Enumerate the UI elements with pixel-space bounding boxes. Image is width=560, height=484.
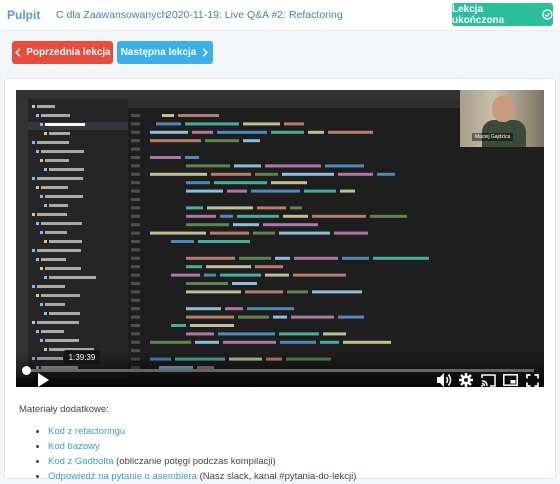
webcam-caption: Maciej Gajdzica: [472, 133, 514, 141]
check-circle-icon: [542, 9, 553, 20]
materials-item: Kod z Godbolta (obliczanie potęgi podcza…: [48, 454, 356, 469]
materials-item: Kod z refactoringu: [48, 424, 356, 439]
materials-list: Kod z refactoringu Kod bazowy Kod z Godb…: [36, 424, 356, 484]
breadcrumb-lesson[interactable]: 2020-11-19: Live Q&A #2: Refactoring: [166, 9, 343, 21]
video-progress-bar[interactable]: [22, 366, 534, 375]
video-ide-activity-bar: [16, 99, 28, 377]
cast-icon: [480, 373, 496, 387]
cast-button[interactable]: [480, 373, 496, 387]
time-tooltip: 1:39:39: [64, 350, 100, 364]
lesson-navigation: Poprzednia lekcja Następna lekcja: [0, 31, 560, 75]
picture-in-picture-button[interactable]: [502, 373, 518, 387]
brand-link[interactable]: Pulpit: [7, 8, 40, 22]
breadcrumb-course[interactable]: C dla Zaawansowanych: [56, 9, 167, 21]
materials-heading: Materiały dodatkowe:: [19, 404, 109, 415]
previous-lesson-label: Poprzednia lekcja: [26, 47, 111, 58]
next-lesson-button[interactable]: Następna lekcja: [117, 41, 213, 64]
material-link-refactoring-code[interactable]: Kod z refactoringu: [48, 426, 125, 437]
previous-lesson-button[interactable]: Poprzednia lekcja: [12, 41, 113, 64]
material-link-godbolt[interactable]: Kod z Godbolta: [48, 456, 114, 467]
material-note: (obliczanie potęgi podczas kompilacji): [113, 456, 276, 467]
volume-button[interactable]: [436, 373, 454, 387]
progress-handle[interactable]: [22, 366, 31, 375]
top-bar: Pulpit C dla Zaawansowanych 2020-11-19: …: [0, 0, 560, 31]
video-ide-explorer: [28, 99, 128, 377]
picture-in-picture-icon: [502, 374, 518, 386]
material-note: (Nasz slack, kanał #pytania-do-lekcji): [196, 471, 357, 482]
webcam-overlay: Maciej Gajdzica: [460, 90, 544, 147]
video-ide-editor: [128, 108, 544, 377]
chevron-right-icon: [202, 48, 209, 57]
lesson-complete-button[interactable]: Lekcja ukończona: [452, 3, 553, 26]
complete-button-label: Lekcja ukończona: [452, 3, 505, 26]
play-icon: [38, 373, 49, 387]
settings-icon: [459, 373, 473, 387]
materials-item: Kod bazowy: [48, 439, 356, 454]
next-lesson-label: Następna lekcja: [120, 47, 197, 58]
presenter-face: [492, 96, 514, 122]
materials-item: Odpowiedź na pytanie o asemblera (Nasz s…: [48, 469, 356, 484]
material-link-assembler-answer[interactable]: Odpowiedź na pytanie o asemblera: [48, 471, 197, 482]
material-link-base-code[interactable]: Kod bazowy: [48, 441, 100, 452]
fullscreen-button[interactable]: [524, 373, 540, 387]
video-player[interactable]: Maciej Gajdzica 1:39:39: [16, 90, 544, 387]
chevron-left-icon: [15, 48, 21, 57]
volume-icon: [437, 373, 452, 387]
fullscreen-icon: [525, 373, 539, 387]
settings-button[interactable]: [458, 373, 474, 387]
play-button[interactable]: [34, 373, 52, 387]
